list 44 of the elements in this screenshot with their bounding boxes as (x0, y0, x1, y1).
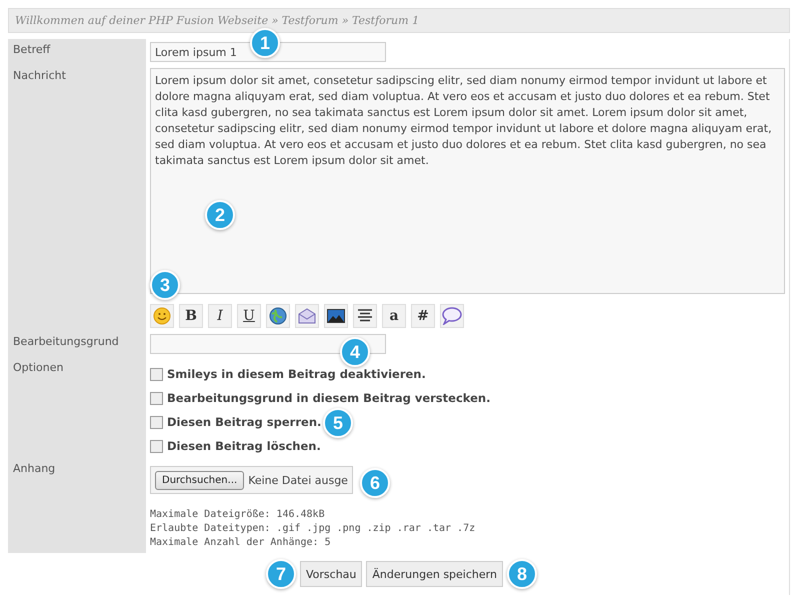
checkbox[interactable] (150, 368, 163, 380)
callout-badge: 4 (340, 337, 370, 367)
envelope-icon (298, 308, 316, 324)
callout-badge: 8 (506, 559, 537, 589)
format-button[interactable]: a (382, 304, 406, 328)
field-label: Optionen (13, 361, 64, 374)
field-label: Nachricht (13, 69, 66, 82)
option-label: Smileys in diesem Beitrag deaktivieren. (167, 367, 426, 381)
upload-info: Erlaubte Dateitypen: .gif .jpg .png .zip .rar .tar .7z (150, 522, 476, 536)
image-icon (327, 309, 345, 323)
smiley-button[interactable] (150, 304, 174, 328)
field-label: Bearbeitungsgrund (13, 335, 119, 348)
upload-info: Maximale Anzahl der Anhänge: 5 (150, 536, 332, 550)
option-label: Bearbeitungsgrund in diesem Beitrag verstecken. (167, 391, 490, 405)
file-field[interactable]: Durchsuchen... Keine Datei ausge (150, 466, 353, 494)
underline-button[interactable]: U (237, 304, 261, 328)
callout-badge: 7 (266, 559, 296, 589)
globe-icon (269, 307, 287, 325)
checkbox[interactable] (150, 416, 163, 428)
file-status: Keine Datei ausge (248, 474, 348, 486)
save-button[interactable]: Änderungen speichern (366, 561, 503, 587)
format-button[interactable]: # (411, 304, 435, 328)
callout-badge: 6 (360, 468, 390, 498)
checkbox[interactable] (150, 440, 163, 452)
center-button[interactable] (353, 304, 377, 328)
bold-button[interactable]: B (179, 304, 203, 328)
preview-button[interactable]: Vorschau (300, 561, 362, 587)
align-center-icon (357, 309, 373, 323)
callout-badge: 5 (323, 408, 353, 438)
link-button[interactable] (266, 304, 290, 328)
upload-info: Maximale Dateigröße: 146.48kB (150, 508, 326, 522)
image-button[interactable] (324, 304, 348, 328)
speech-bubble-icon (442, 307, 462, 325)
field-label: Betreff (13, 43, 50, 56)
field-label: Anhang (13, 462, 56, 475)
checkbox[interactable] (150, 392, 163, 404)
breadcrumb: Willkommen auf deiner PHP Fusion Webseite » Testforum » Testforum 1 (8, 8, 790, 33)
option-label: Diesen Beitrag löschen. (167, 439, 321, 453)
option-label: Diesen Beitrag sperren. (167, 415, 322, 429)
browse-button[interactable]: Durchsuchen... (155, 470, 244, 490)
smiley-icon (153, 307, 171, 325)
quote-button[interactable] (440, 304, 464, 328)
email-button[interactable] (295, 304, 319, 328)
italic-button[interactable]: I (208, 304, 232, 328)
